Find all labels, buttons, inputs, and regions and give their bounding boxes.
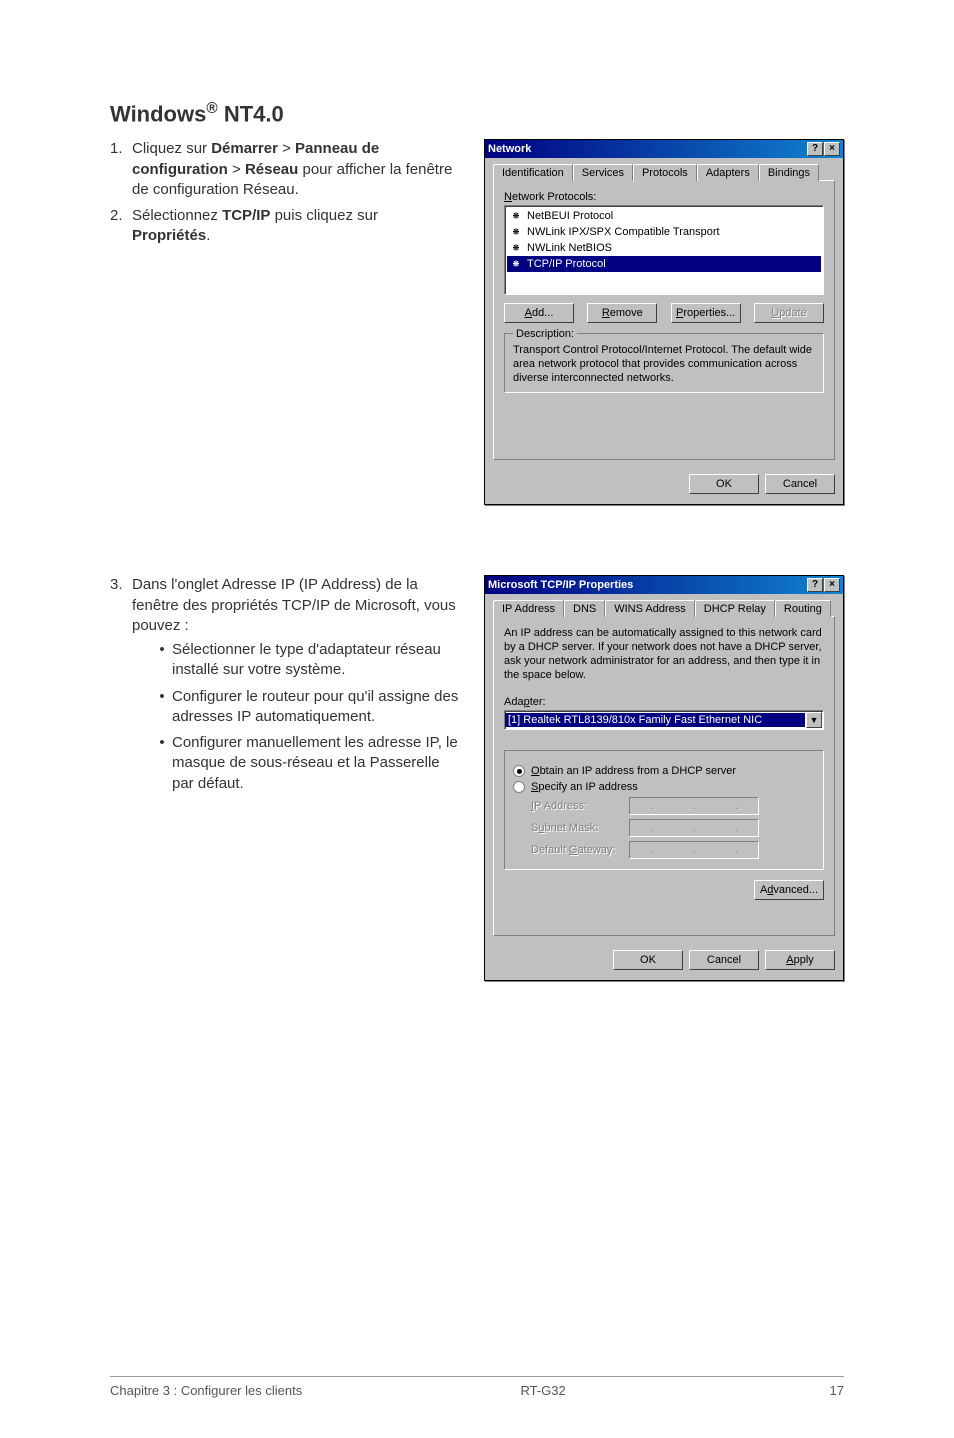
footer-center: RT-G32 bbox=[520, 1383, 565, 1398]
footer-left: Chapitre 3 : Configurer les clients bbox=[110, 1383, 302, 1398]
tab-identification[interactable]: Identification bbox=[493, 164, 573, 181]
list-item: •Configurer le routeur pour qu'il assign… bbox=[152, 687, 460, 728]
instructions-bottom: 3.Dans l'onglet Adresse IP (IP Address) … bbox=[110, 575, 460, 800]
radio-obtain[interactable]: Obtain an IP address from a DHCP server bbox=[513, 765, 815, 777]
adapter-selected: [1] Realtek RTL8139/810x Family Fast Eth… bbox=[505, 713, 805, 727]
chevron-down-icon[interactable]: ▼ bbox=[806, 712, 822, 728]
tab-adapters[interactable]: Adapters bbox=[697, 164, 759, 181]
page-heading: Windows® NT4.0 bbox=[110, 100, 844, 127]
tab-routing[interactable]: Routing bbox=[775, 600, 831, 617]
radio-obtain-label: Obtain an IP address from a DHCP server bbox=[531, 765, 736, 777]
protocol-icon: 🞽 bbox=[509, 209, 523, 223]
network-protocols-label: Network Protocols: bbox=[504, 191, 824, 203]
tab-protocols[interactable]: Protocols bbox=[633, 164, 697, 182]
properties-button[interactable]: Properties... bbox=[671, 303, 741, 323]
tab-bindings[interactable]: Bindings bbox=[759, 164, 819, 181]
page-footer: Chapitre 3 : Configurer les clients RT-G… bbox=[110, 1376, 844, 1398]
tab-dhcp-relay[interactable]: DHCP Relay bbox=[695, 600, 775, 617]
list-item[interactable]: 🞽NetBEUI Protocol bbox=[507, 208, 821, 224]
default-gateway-input: ... bbox=[629, 841, 759, 859]
tab-ip-address[interactable]: IP Address bbox=[493, 600, 564, 618]
radio-specify-label: Specify an IP address bbox=[531, 781, 638, 793]
close-icon[interactable]: × bbox=[824, 142, 840, 156]
list-item[interactable]: 🞽NWLink IPX/SPX Compatible Transport bbox=[507, 224, 821, 240]
protocols-listbox[interactable]: 🞽NetBEUI Protocol🞽NWLink IPX/SPX Compati… bbox=[504, 205, 824, 295]
dialog2-intro: An IP address can be automatically assig… bbox=[504, 627, 824, 682]
ip-address-label: IP Address: bbox=[531, 800, 621, 812]
dialog2-titlebar: Microsoft TCP/IP Properties ? × bbox=[485, 576, 843, 594]
list-item: 2.Sélectionnez TCP/IP puis cliquez sur P… bbox=[110, 206, 460, 247]
list-item: •Configurer manuellement les adresse IP,… bbox=[152, 733, 460, 794]
adapter-label: Adapter: bbox=[504, 696, 824, 708]
description-text: Transport Control Protocol/Internet Prot… bbox=[513, 344, 815, 385]
tab-dns[interactable]: DNS bbox=[564, 600, 605, 617]
dialog1-title: Network bbox=[488, 143, 531, 155]
protocol-icon: 🞽 bbox=[509, 241, 523, 255]
cancel-button[interactable]: Cancel bbox=[765, 474, 835, 494]
apply-button[interactable]: Apply bbox=[765, 950, 835, 970]
list-item[interactable]: 🞽NWLink NetBIOS bbox=[507, 240, 821, 256]
ip-address-input: ... bbox=[629, 797, 759, 815]
description-group: Description: Transport Control Protocol/… bbox=[504, 333, 824, 392]
tab-services[interactable]: Services bbox=[573, 164, 633, 181]
network-dialog: Network ? × IdentificationServicesProtoc… bbox=[484, 139, 844, 505]
adapter-combobox[interactable]: [1] Realtek RTL8139/810x Family Fast Eth… bbox=[504, 710, 824, 730]
radio-specify[interactable]: Specify an IP address bbox=[513, 781, 815, 793]
list-item: •Sélectionner le type d'adaptateur résea… bbox=[152, 640, 460, 681]
help-icon[interactable]: ? bbox=[807, 142, 823, 156]
default-gateway-label: Default Gateway: bbox=[531, 844, 621, 856]
remove-button[interactable]: Remove bbox=[587, 303, 657, 323]
radio-icon bbox=[513, 765, 525, 777]
dialog2-tabs: IP AddressDNSWINS AddressDHCP RelayRouti… bbox=[493, 600, 835, 617]
list-item: 3.Dans l'onglet Adresse IP (IP Address) … bbox=[110, 575, 460, 800]
add-button[interactable]: Add... bbox=[504, 303, 574, 323]
tcpip-dialog: Microsoft TCP/IP Properties ? × IP Addre… bbox=[484, 575, 844, 981]
close-icon[interactable]: × bbox=[824, 578, 840, 592]
footer-page: 17 bbox=[784, 1383, 844, 1398]
list-item[interactable]: 🞽TCP/IP Protocol bbox=[507, 256, 821, 272]
help-icon[interactable]: ? bbox=[807, 578, 823, 592]
instructions-top: 1.Cliquez sur Démarrer > Panneau de conf… bbox=[110, 139, 460, 246]
subnet-mask-input: ... bbox=[629, 819, 759, 837]
advanced-button[interactable]: Advanced... bbox=[754, 880, 824, 900]
description-label: Description: bbox=[513, 328, 577, 340]
dialog1-titlebar: Network ? × bbox=[485, 140, 843, 158]
list-item: 1.Cliquez sur Démarrer > Panneau de conf… bbox=[110, 139, 460, 200]
ip-group: Obtain an IP address from a DHCP server … bbox=[504, 750, 824, 870]
protocol-icon: 🞽 bbox=[509, 225, 523, 239]
radio-icon bbox=[513, 781, 525, 793]
dialog2-title: Microsoft TCP/IP Properties bbox=[488, 579, 633, 591]
tab-wins-address[interactable]: WINS Address bbox=[605, 600, 695, 617]
cancel-button[interactable]: Cancel bbox=[689, 950, 759, 970]
update-button: Update bbox=[754, 303, 824, 323]
protocol-icon: 🞽 bbox=[509, 257, 523, 271]
ok-button[interactable]: OK bbox=[689, 474, 759, 494]
dialog1-tabs: IdentificationServicesProtocolsAdaptersB… bbox=[493, 164, 835, 181]
subnet-mask-label: Subnet Mask: bbox=[531, 822, 621, 834]
ok-button[interactable]: OK bbox=[613, 950, 683, 970]
